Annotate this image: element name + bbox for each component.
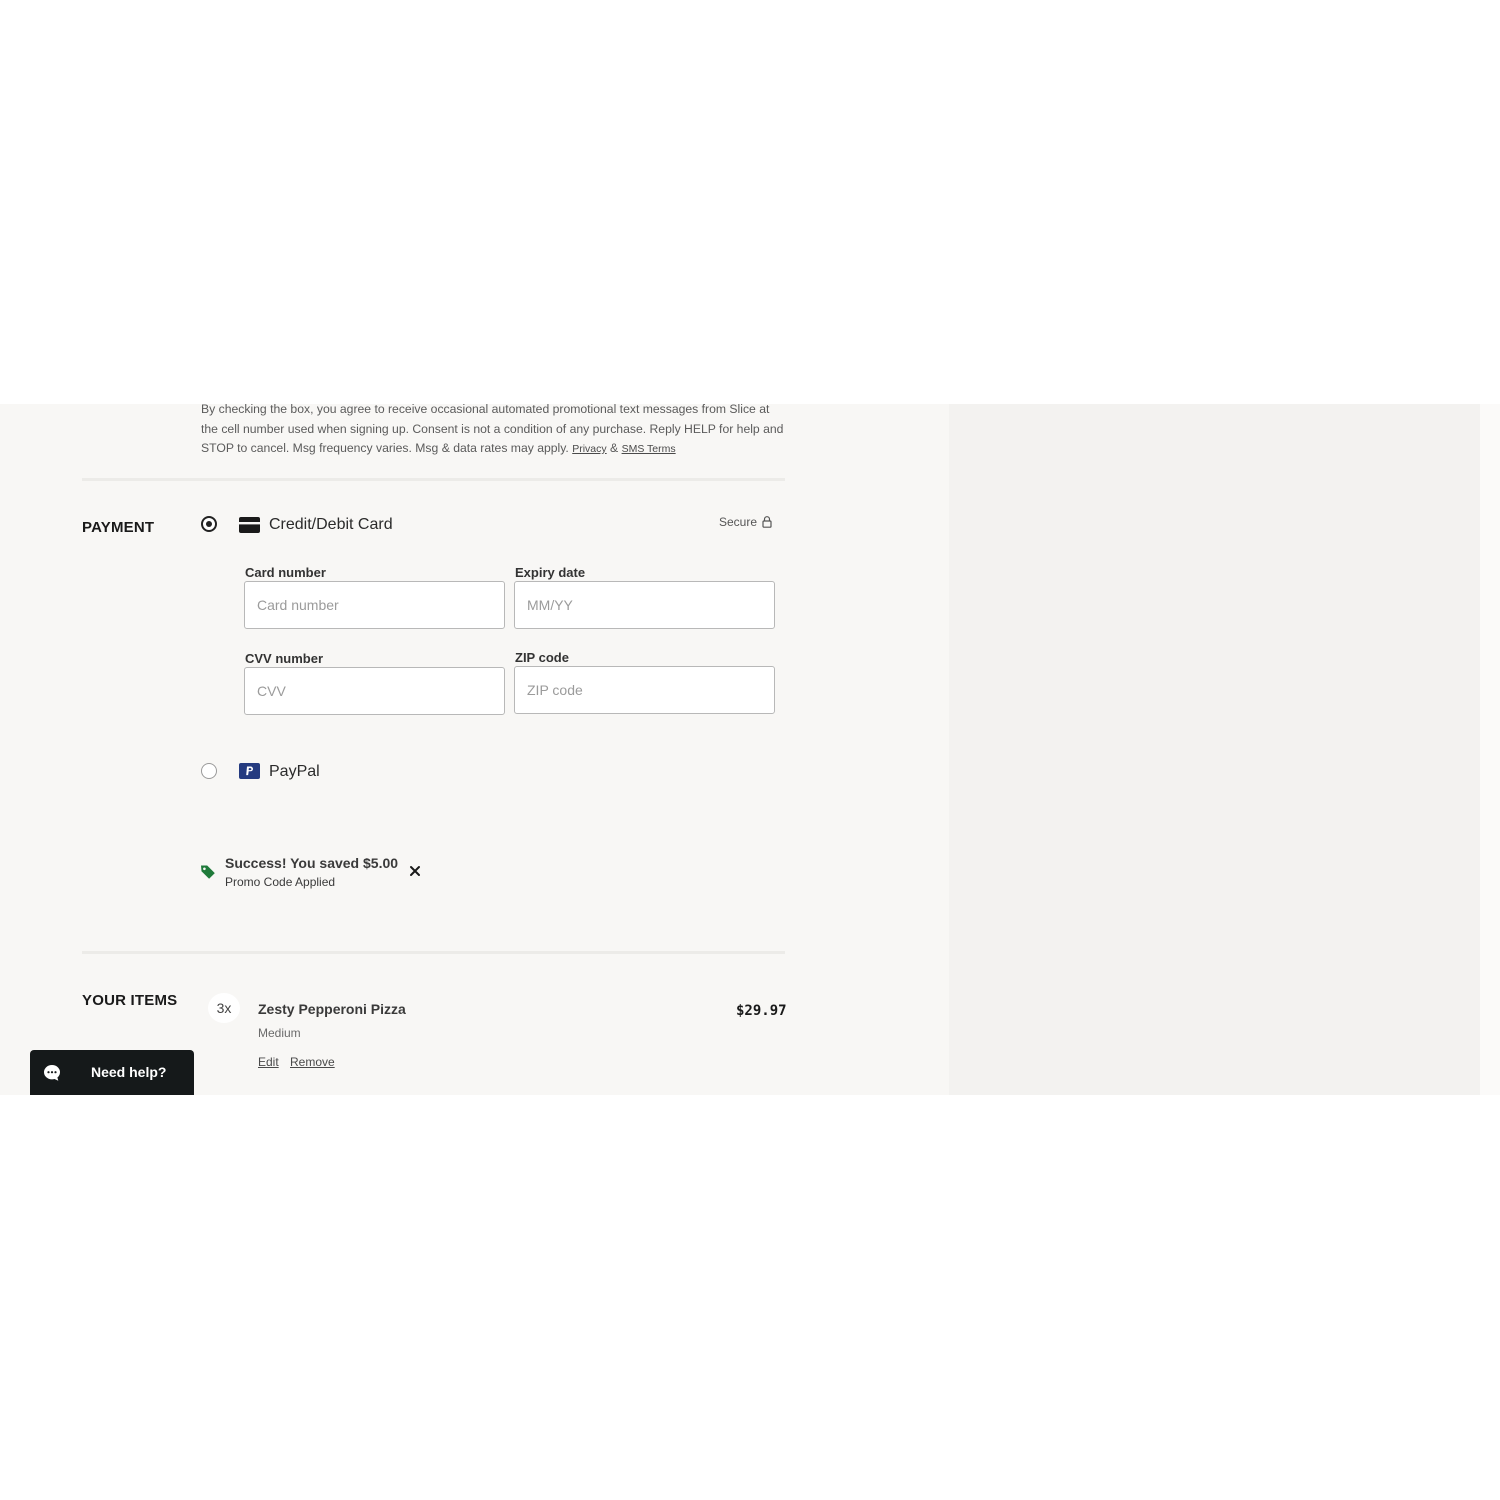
privacy-link[interactable]: Privacy xyxy=(572,443,606,455)
secure-label: Secure xyxy=(719,515,758,529)
credit-card-radio[interactable] xyxy=(201,516,217,532)
edit-item-link[interactable]: Edit xyxy=(258,1055,279,1069)
consent-text: By checking the box, you agree to receiv… xyxy=(201,402,784,455)
secure-indicator: Secure xyxy=(719,515,772,529)
your-items-heading: YOUR ITEMS xyxy=(82,992,178,1009)
chat-bubble-icon xyxy=(44,1065,60,1081)
remove-promo-close-icon[interactable] xyxy=(406,862,424,880)
payment-heading: PAYMENT xyxy=(82,519,155,536)
expiry-date-label: Expiry date xyxy=(515,565,586,580)
item-price: $29.97 xyxy=(736,1003,787,1019)
zip-code-label: ZIP code xyxy=(515,650,569,665)
card-number-label: Card number xyxy=(245,565,326,580)
sms-terms-link[interactable]: SMS Terms xyxy=(622,443,676,455)
order-summary-panel xyxy=(949,404,1480,1095)
paypal-radio[interactable] xyxy=(201,763,217,779)
credit-card-icon xyxy=(239,517,260,533)
remove-item-link[interactable]: Remove xyxy=(290,1055,335,1069)
item-name: Zesty Pepperoni Pizza xyxy=(258,1001,406,1017)
consent-ampersand: & xyxy=(610,441,619,455)
right-gutter xyxy=(1480,404,1500,1095)
lock-icon xyxy=(762,516,772,528)
item-size: Medium xyxy=(258,1026,301,1040)
promo-success-title: Success! You saved $5.00 xyxy=(225,855,399,871)
card-number-input[interactable] xyxy=(244,581,505,629)
paypal-icon xyxy=(239,763,260,779)
cvv-input[interactable] xyxy=(244,667,505,715)
cvv-number-label: CVV number xyxy=(245,651,324,666)
divider xyxy=(82,951,785,954)
need-help-chat-button[interactable]: Need help? xyxy=(30,1050,194,1095)
divider xyxy=(82,478,785,481)
credit-card-label[interactable]: Credit/Debit Card xyxy=(269,516,393,534)
promo-applied-label: Promo Code Applied xyxy=(225,875,336,889)
paypal-label[interactable]: PayPal xyxy=(269,763,320,781)
need-help-label: Need help? xyxy=(91,1064,167,1080)
item-quantity-badge: 3x xyxy=(208,993,240,1023)
sms-consent-disclaimer: By checking the box, you agree to receiv… xyxy=(201,400,786,460)
zip-code-input[interactable] xyxy=(514,666,775,714)
tag-icon xyxy=(201,865,215,879)
expiry-date-input[interactable] xyxy=(514,581,775,629)
